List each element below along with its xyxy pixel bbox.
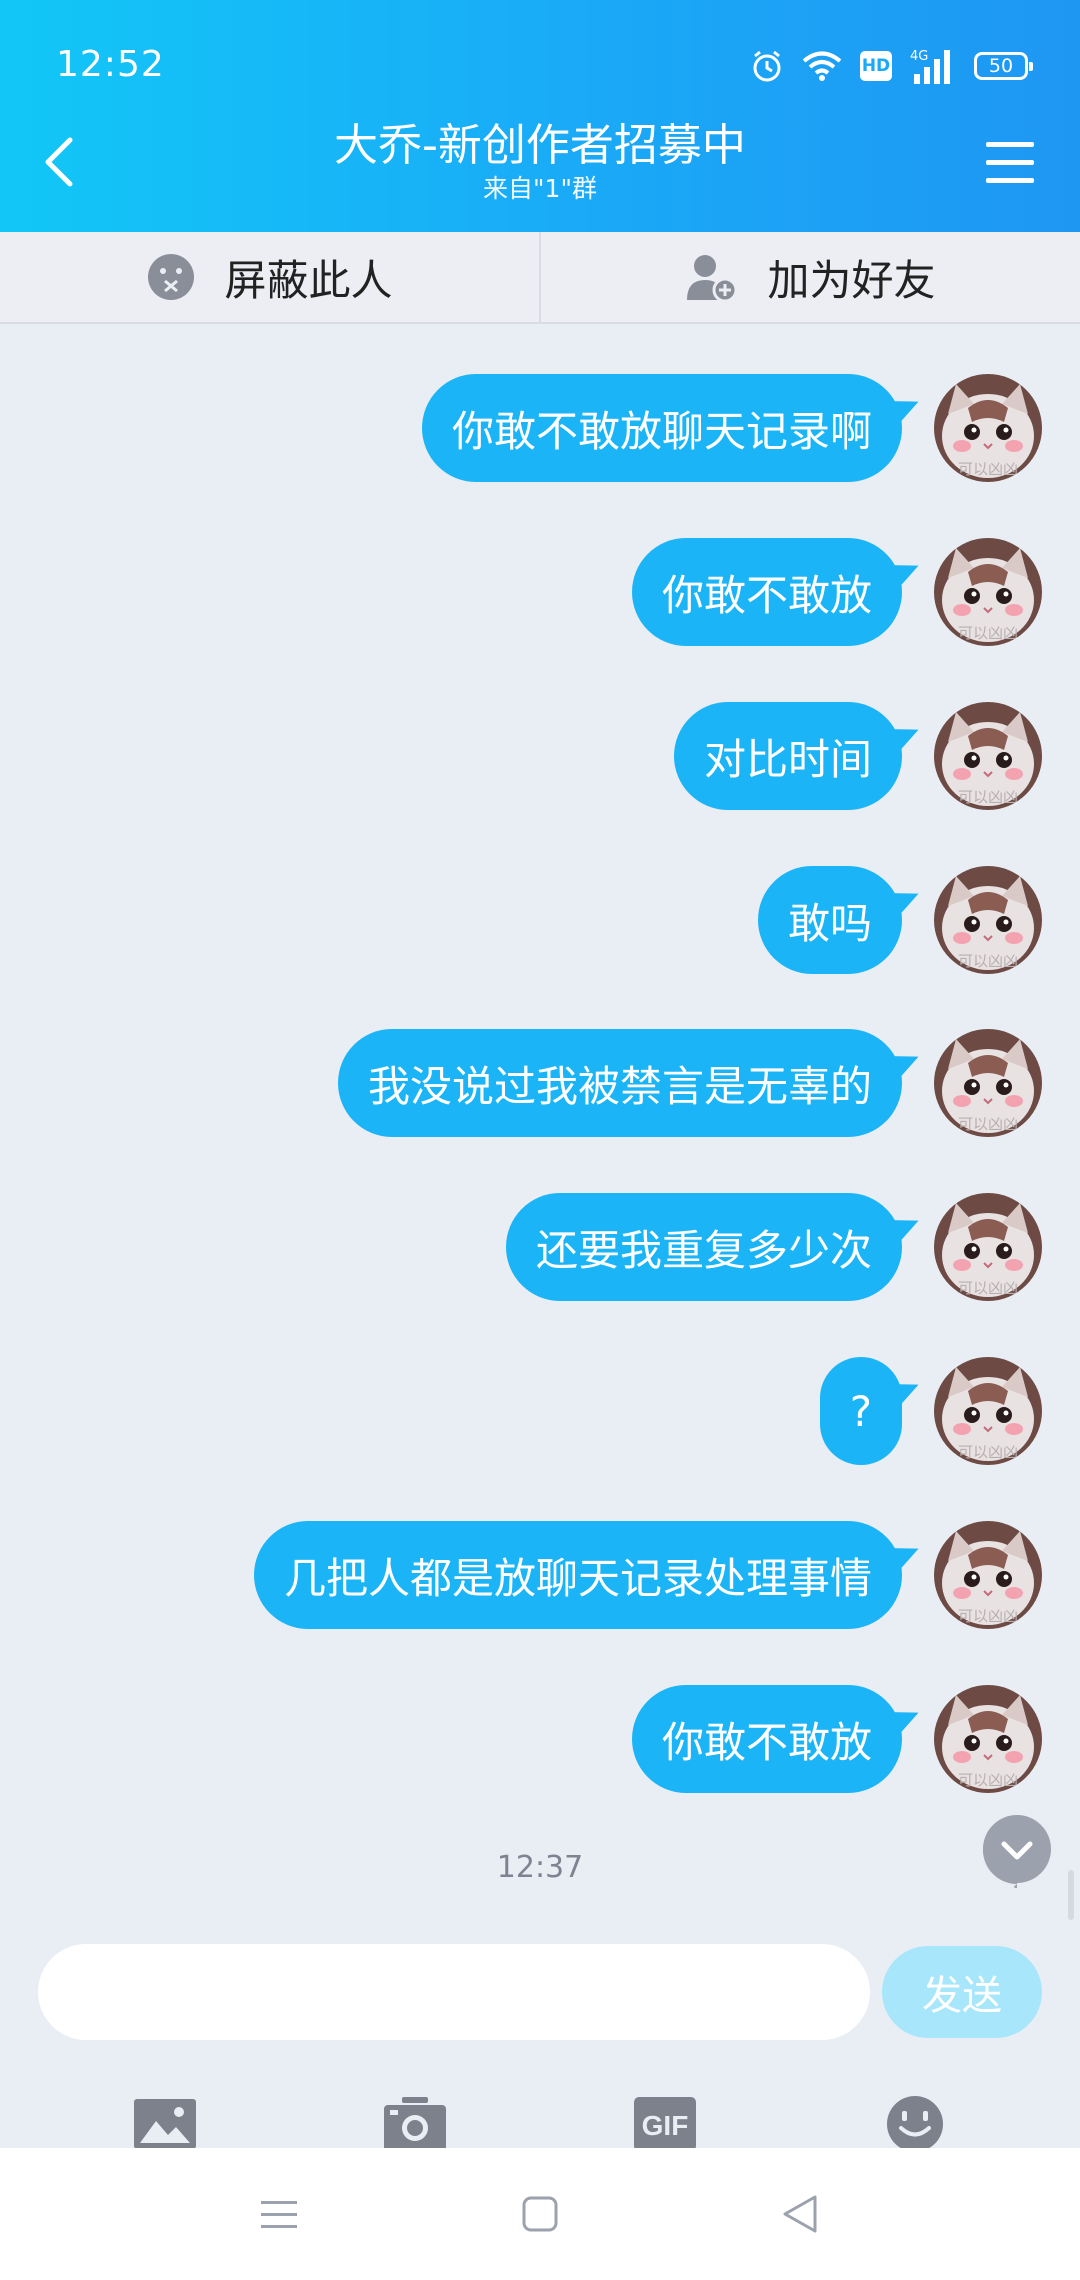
message-row: 对比时间可以凶凶	[673, 700, 1042, 812]
status-icons: HD 4G 50	[750, 46, 1033, 86]
block-user-button[interactable]: 屏蔽此人	[0, 232, 539, 322]
avatar-caption: 可以凶凶	[958, 624, 1018, 642]
message-bubble[interactable]: 敢吗	[757, 866, 902, 974]
stranger-action-bar: 屏蔽此人 加为好友	[0, 232, 1080, 324]
network-label: 4G	[910, 49, 928, 64]
avatar-caption: 可以凶凶	[958, 1607, 1018, 1625]
back-button[interactable]	[36, 132, 84, 192]
scrollbar[interactable]	[1068, 1870, 1074, 1920]
message-bubble[interactable]: 几把人都是放聊天记录处理事情	[253, 1521, 902, 1629]
emoji-icon	[887, 2096, 943, 2152]
message-bubble[interactable]: 你敢不敢放	[631, 538, 902, 646]
message-row: 你敢不敢放聊天记录啊可以凶凶	[421, 372, 1042, 484]
composer: 发送	[0, 1930, 1080, 2060]
message-bubble[interactable]: ?	[819, 1357, 902, 1465]
message-row: 几把人都是放聊天记录处理事情可以凶凶	[253, 1519, 1042, 1631]
add-friend-button[interactable]: 加为好友	[539, 232, 1080, 322]
chat-title: 大乔-新创作者招募中	[334, 120, 746, 171]
avatar[interactable]: 可以凶凶	[934, 1357, 1042, 1465]
battery-icon: 50	[974, 52, 1033, 80]
gif-icon: GIF	[634, 2097, 696, 2151]
hd-badge: HD	[860, 51, 892, 81]
chevron-left-icon	[45, 137, 73, 187]
home-icon[interactable]	[521, 2195, 559, 2233]
avatar-caption: 可以凶凶	[958, 1443, 1018, 1461]
scroll-to-bottom-button[interactable]	[980, 1814, 1054, 1888]
avatar-caption: 可以凶凶	[958, 952, 1018, 970]
chat-subtitle: 来自"1"群	[483, 174, 597, 203]
message-row: ? 可以凶凶	[819, 1355, 1042, 1467]
avatar-caption: 可以凶凶	[958, 1115, 1018, 1133]
avatar-caption: 可以凶凶	[958, 1279, 1018, 1297]
avatar[interactable]: 可以凶凶	[934, 866, 1042, 974]
send-button[interactable]: 发送	[882, 1946, 1042, 2038]
message-timestamp: 12:37	[496, 1850, 584, 1885]
status-bar: 12:52 HD 4G 50	[0, 0, 1080, 130]
signal-icon: 4G	[910, 49, 950, 84]
status-time: 12:52	[56, 44, 165, 85]
title-block: 大乔-新创作者招募中 来自"1"群	[240, 118, 840, 204]
message-bubble[interactable]: 我没说过我被禁言是无辜的	[337, 1029, 902, 1137]
recent-apps-icon[interactable]	[259, 2197, 299, 2231]
message-bubble[interactable]: 你敢不敢放	[631, 1685, 902, 1793]
avatar[interactable]: 可以凶凶	[934, 538, 1042, 646]
block-icon	[148, 254, 195, 300]
camera-icon	[384, 2097, 446, 2151]
chat-header: 12:52 HD 4G 50 大乔-新创作者招募中 来自"1"群	[0, 0, 1080, 232]
back-nav-icon[interactable]	[781, 2193, 821, 2235]
avatar[interactable]: 可以凶凶	[934, 1685, 1042, 1793]
message-row: 你敢不敢放可以凶凶	[631, 536, 1042, 648]
message-bubble[interactable]: 你敢不敢放聊天记录啊	[421, 374, 902, 482]
add-friend-label: 加为好友	[767, 255, 936, 305]
message-row: 敢吗可以凶凶	[757, 864, 1042, 976]
chevron-down-icon	[983, 1815, 1051, 1888]
message-row: 你敢不敢放可以凶凶	[631, 1683, 1042, 1795]
message-input[interactable]	[38, 1944, 870, 2040]
message-bubble[interactable]: 还要我重复多少次	[505, 1193, 902, 1301]
avatar[interactable]: 可以凶凶	[934, 702, 1042, 810]
gif-label: GIF	[642, 2110, 689, 2141]
message-bubble[interactable]: 对比时间	[673, 702, 902, 810]
block-user-label: 屏蔽此人	[224, 255, 393, 305]
message-row: 我没说过我被禁言是无辜的可以凶凶	[337, 1027, 1042, 1139]
avatar-caption: 可以凶凶	[958, 460, 1018, 478]
image-icon	[134, 2099, 196, 2149]
avatar[interactable]: 可以凶凶	[934, 1521, 1042, 1629]
avatar-caption: 可以凶凶	[958, 1771, 1018, 1789]
avatar[interactable]: 可以凶凶	[934, 1029, 1042, 1137]
alarm-icon	[753, 50, 781, 82]
menu-button[interactable]	[984, 140, 1036, 186]
avatar-caption: 可以凶凶	[958, 788, 1018, 806]
avatar[interactable]: 可以凶凶	[934, 374, 1042, 482]
avatar[interactable]: 可以凶凶	[934, 1193, 1042, 1301]
add-friend-icon	[687, 255, 738, 302]
message-row: 还要我重复多少次可以凶凶	[505, 1191, 1042, 1303]
hamburger-icon	[986, 142, 1034, 183]
system-navigation-bar	[0, 2148, 1080, 2280]
wifi-icon	[802, 51, 842, 81]
